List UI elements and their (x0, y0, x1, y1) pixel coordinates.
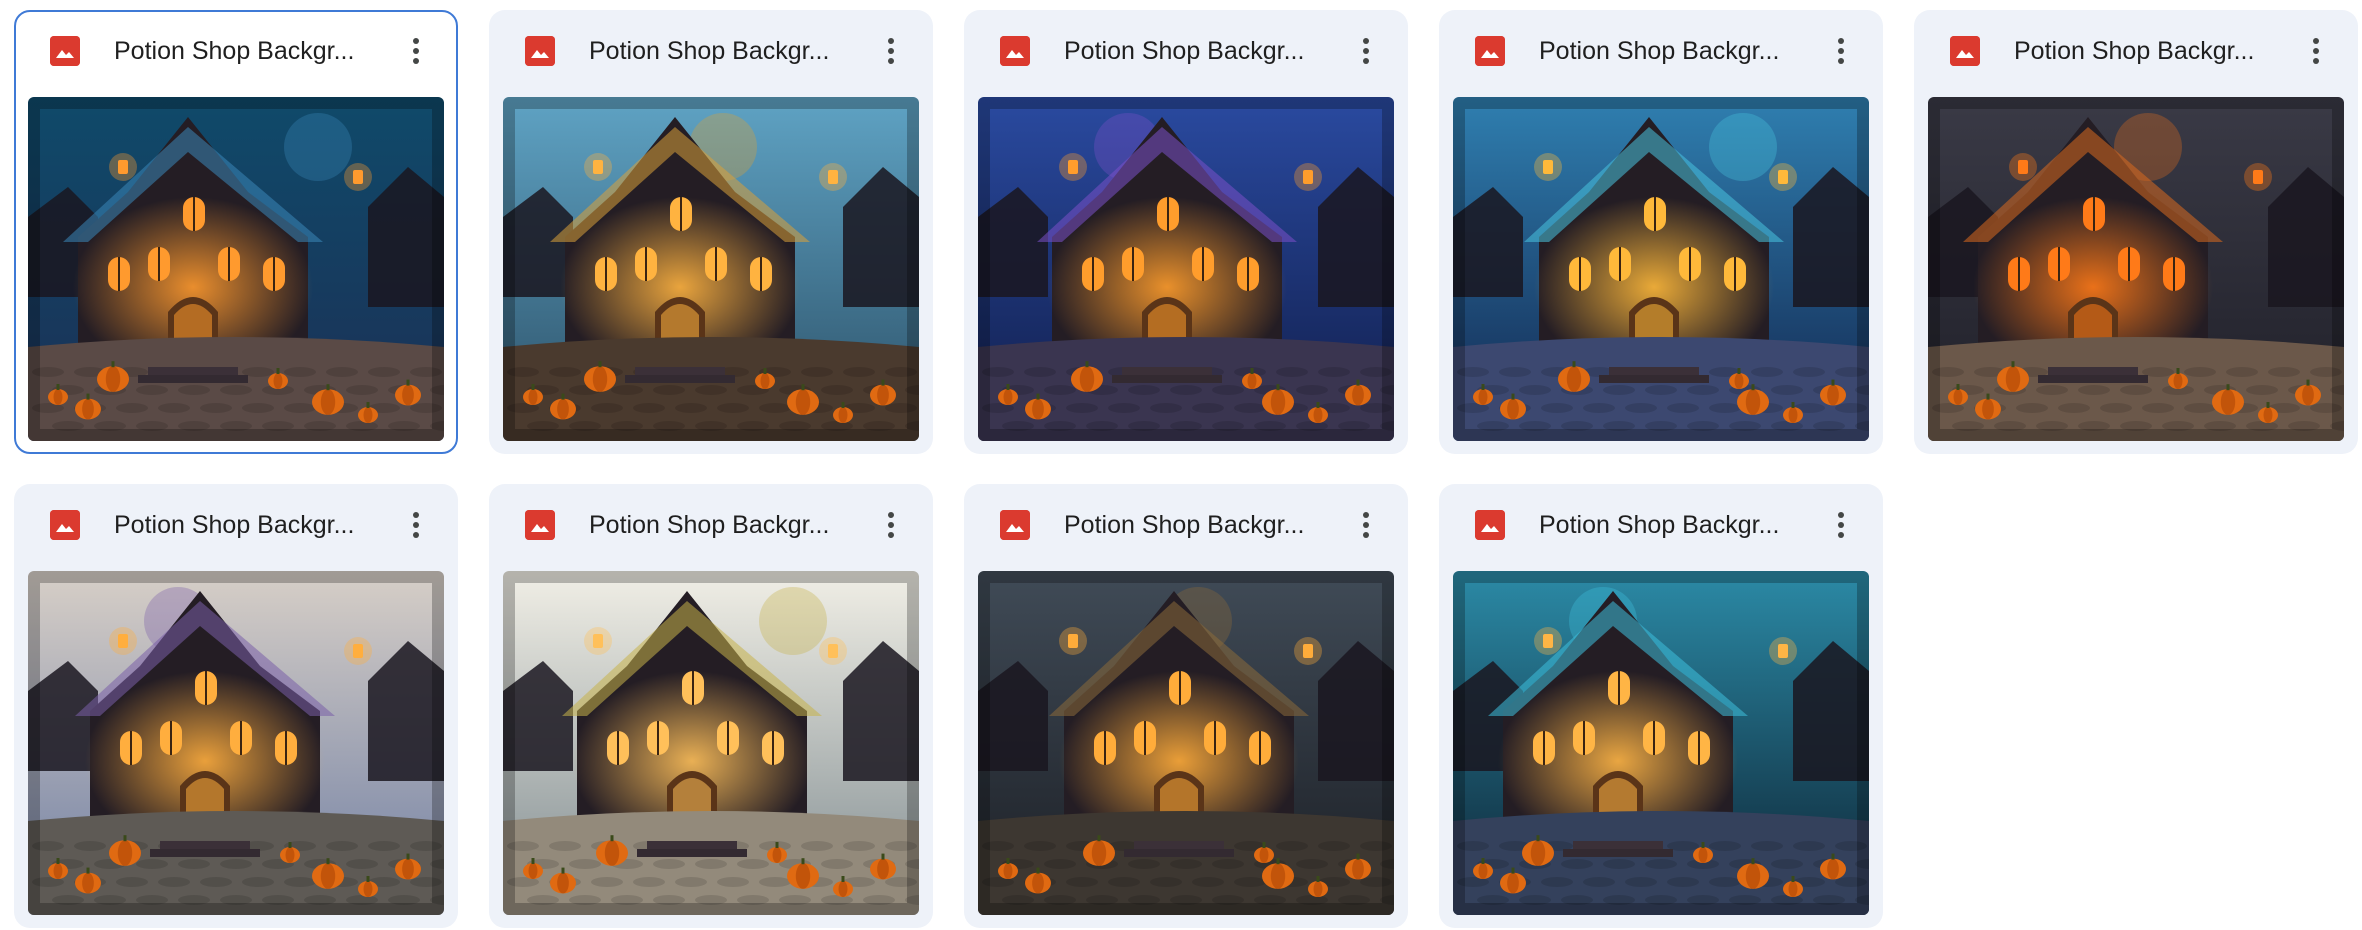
file-name: Potion Shop Backgr... (1539, 511, 1780, 539)
file-card[interactable]: Potion Shop Backgr... (964, 484, 1408, 928)
file-card-header: Potion Shop Backgr... (964, 10, 1408, 92)
more-actions-button[interactable] (1821, 505, 1861, 545)
file-name: Potion Shop Backgr... (114, 37, 355, 65)
more-vert-icon (1362, 38, 1370, 64)
file-grid: Potion Shop Backgr... Potion Shop Backgr.… (14, 10, 2358, 928)
file-card-header: Potion Shop Backgr... (1914, 10, 2358, 92)
more-actions-button[interactable] (396, 505, 436, 545)
file-name: Potion Shop Backgr... (1064, 511, 1305, 539)
file-thumbnail[interactable] (28, 571, 444, 915)
file-card-header: Potion Shop Backgr... (14, 10, 458, 92)
more-actions-button[interactable] (871, 505, 911, 545)
more-actions-button[interactable] (2296, 31, 2336, 71)
file-card-header: Potion Shop Backgr... (489, 10, 933, 92)
file-thumbnail[interactable] (1453, 571, 1869, 915)
file-name: Potion Shop Backgr... (589, 511, 830, 539)
image-file-icon (1475, 510, 1505, 540)
image-file-icon (50, 510, 80, 540)
image-file-icon (1000, 36, 1030, 66)
more-vert-icon (887, 512, 895, 538)
file-card[interactable]: Potion Shop Backgr... (1439, 10, 1883, 454)
more-vert-icon (2312, 38, 2320, 64)
more-actions-button[interactable] (871, 31, 911, 71)
image-file-icon (1000, 510, 1030, 540)
more-actions-button[interactable] (1821, 31, 1861, 71)
file-card[interactable]: Potion Shop Backgr... (489, 10, 933, 454)
file-card-header: Potion Shop Backgr... (489, 484, 933, 566)
file-name: Potion Shop Backgr... (1064, 37, 1305, 65)
image-file-icon (1950, 36, 1980, 66)
file-thumbnail[interactable] (28, 97, 444, 441)
file-thumbnail[interactable] (978, 97, 1394, 441)
file-name: Potion Shop Backgr... (114, 511, 355, 539)
file-thumbnail[interactable] (1928, 97, 2344, 441)
more-vert-icon (1837, 512, 1845, 538)
more-actions-button[interactable] (1346, 505, 1386, 545)
image-file-icon (50, 36, 80, 66)
file-card[interactable]: Potion Shop Backgr... (14, 10, 458, 454)
more-vert-icon (412, 38, 420, 64)
file-name: Potion Shop Backgr... (1539, 37, 1780, 65)
file-thumbnail[interactable] (978, 571, 1394, 915)
more-vert-icon (1362, 512, 1370, 538)
image-file-icon (525, 510, 555, 540)
file-card-header: Potion Shop Backgr... (964, 484, 1408, 566)
file-name: Potion Shop Backgr... (589, 37, 830, 65)
file-card-header: Potion Shop Backgr... (1439, 484, 1883, 566)
more-actions-button[interactable] (396, 31, 436, 71)
file-thumbnail[interactable] (503, 571, 919, 915)
file-card[interactable]: Potion Shop Backgr... (964, 10, 1408, 454)
more-vert-icon (887, 38, 895, 64)
more-vert-icon (412, 512, 420, 538)
file-card[interactable]: Potion Shop Backgr... (1439, 484, 1883, 928)
more-vert-icon (1837, 38, 1845, 64)
file-card[interactable]: Potion Shop Backgr... (1914, 10, 2358, 454)
file-thumbnail[interactable] (503, 97, 919, 441)
file-name: Potion Shop Backgr... (2014, 37, 2255, 65)
file-card-header: Potion Shop Backgr... (14, 484, 458, 566)
file-card-header: Potion Shop Backgr... (1439, 10, 1883, 92)
file-card[interactable]: Potion Shop Backgr... (14, 484, 458, 928)
file-card[interactable]: Potion Shop Backgr... (489, 484, 933, 928)
image-file-icon (1475, 36, 1505, 66)
image-file-icon (525, 36, 555, 66)
more-actions-button[interactable] (1346, 31, 1386, 71)
file-thumbnail[interactable] (1453, 97, 1869, 441)
